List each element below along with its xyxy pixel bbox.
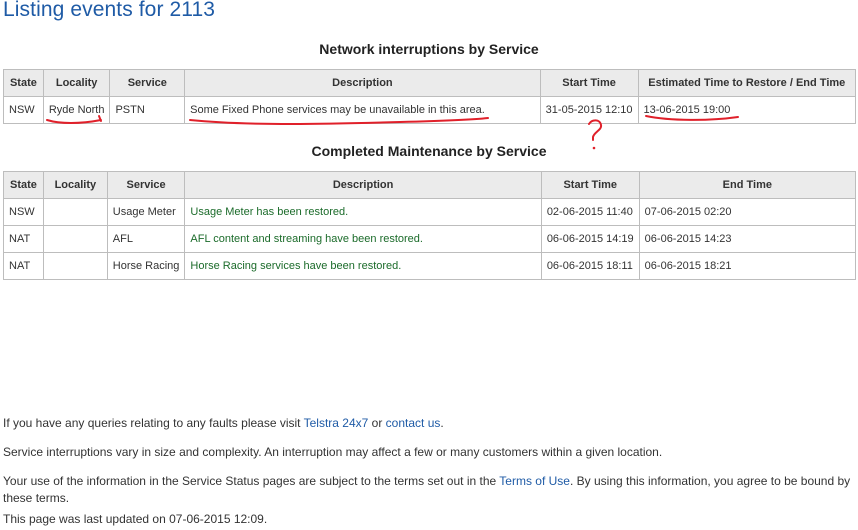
- footer-text: If you have any queries relating to any …: [3, 416, 304, 430]
- cell-start-time: 06-06-2015 14:19: [540, 225, 640, 253]
- cell-description: Usage Meter has been restored.: [184, 198, 542, 226]
- network-interruptions-table: State Locality Service Description Start…: [3, 69, 857, 124]
- cell-state: NAT: [3, 252, 44, 280]
- locality-text: Ryde North: [48, 104, 105, 116]
- column-header-start-time: Start Time: [539, 69, 639, 97]
- footer-text: or: [368, 416, 386, 430]
- column-header-description: Description: [184, 69, 541, 97]
- table-row: NSW Usage Meter Usage Meter has been res…: [3, 198, 857, 226]
- cell-state: NAT: [3, 225, 44, 253]
- table-header-row: State Locality Service Description Start…: [3, 171, 857, 199]
- column-header-service: Service: [106, 171, 186, 199]
- cell-locality: [42, 198, 108, 226]
- cell-description: Some Fixed Phone services may be unavail…: [184, 96, 541, 124]
- cell-end-time: 07-06-2015 02:20: [638, 198, 857, 226]
- table-row: NAT AFL AFL content and streaming have b…: [3, 225, 857, 253]
- cell-description: AFL content and streaming have been rest…: [184, 225, 542, 253]
- footer-text: .: [440, 416, 444, 430]
- footer-text: Your use of the information in the Servi…: [3, 474, 500, 488]
- completed-maintenance-table: State Locality Service Description Start…: [3, 171, 857, 280]
- cell-description: Horse Racing services have been restored…: [184, 252, 542, 280]
- column-header-locality: Locality: [42, 171, 108, 199]
- table-row: NAT Horse Racing Horse Racing services h…: [3, 252, 857, 280]
- cell-state: NSW: [3, 198, 44, 226]
- network-section-title: Network interruptions by Service: [319, 41, 539, 57]
- page-title: Listing events for 2113: [3, 0, 216, 21]
- column-header-service: Service: [109, 69, 186, 97]
- column-header-end-time: End Time: [638, 171, 857, 199]
- contact-us-link[interactable]: contact us: [386, 416, 441, 430]
- telstra-24x7-link[interactable]: Telstra 24x7: [304, 416, 369, 430]
- cell-locality: Ryde North: [42, 96, 111, 124]
- column-header-start-time: Start Time: [540, 171, 640, 199]
- column-header-description: Description: [184, 171, 542, 199]
- cell-end-time: 06-06-2015 14:23: [638, 225, 857, 253]
- column-header-locality: Locality: [42, 69, 111, 97]
- footer-interruptions-line: Service interruptions vary in size and c…: [3, 445, 663, 459]
- column-header-state: State: [3, 69, 44, 97]
- terms-of-use-link[interactable]: Terms of Use: [499, 474, 570, 488]
- cell-locality: [42, 225, 108, 253]
- cell-start-time: 31-05-2015 12:10: [539, 96, 639, 124]
- last-updated-text: This page was last updated on 07-06-2015…: [3, 512, 268, 526]
- column-header-end-time: Estimated Time to Restore / End Time: [637, 69, 857, 97]
- cell-end-time: 13-06-2015 19:00: [637, 96, 857, 124]
- footer-terms-paragraph: Your use of the information in the Servi…: [3, 473, 858, 507]
- cell-start-time: 06-06-2015 18:11: [540, 252, 640, 280]
- cell-service: Horse Racing: [106, 252, 186, 280]
- table-row: NSW Ryde North PSTN Some Fixed Phone ser…: [3, 96, 857, 124]
- footer-queries-line: If you have any queries relating to any …: [3, 415, 858, 432]
- table-header-row: State Locality Service Description Start…: [3, 69, 857, 97]
- maintenance-section-title: Completed Maintenance by Service: [311, 143, 547, 159]
- cell-service: PSTN: [109, 96, 186, 124]
- cell-start-time: 02-06-2015 11:40: [540, 198, 640, 226]
- column-header-state: State: [3, 171, 44, 199]
- cell-service: Usage Meter: [106, 198, 186, 226]
- cell-service: AFL: [106, 225, 186, 253]
- cell-state: NSW: [3, 96, 44, 124]
- cell-end-time: 06-06-2015 18:21: [638, 252, 857, 280]
- cell-locality: [42, 252, 108, 280]
- page: Listing events for 2113 Network interrup…: [0, 0, 858, 530]
